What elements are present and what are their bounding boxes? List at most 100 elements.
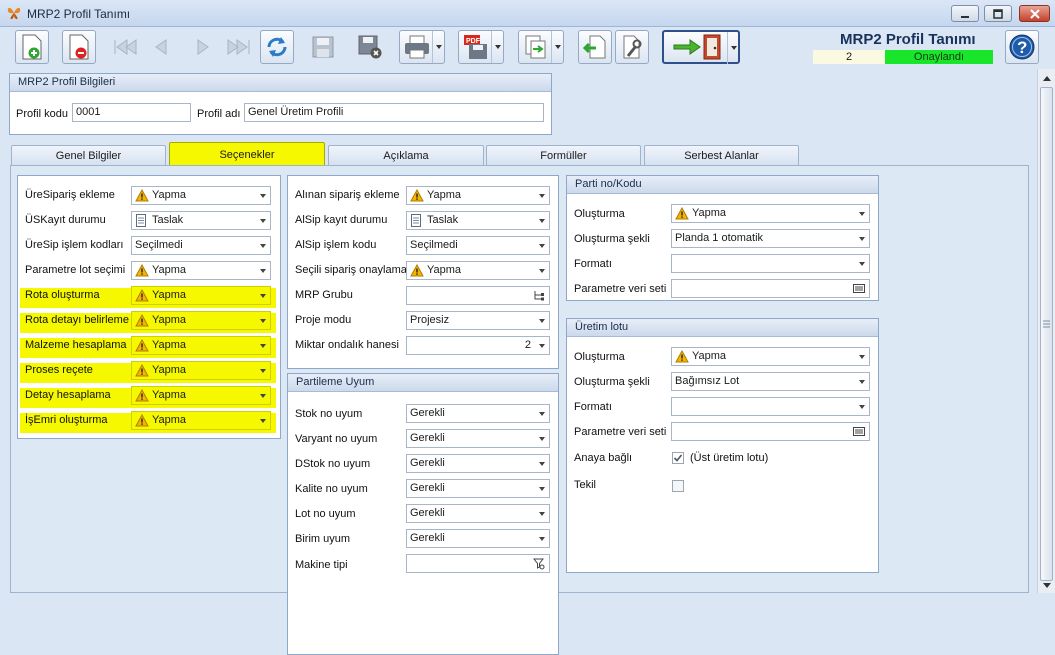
lot-format-select[interactable] (671, 397, 870, 416)
vertical-scrollbar[interactable] (1037, 69, 1055, 593)
warning-icon (135, 414, 149, 427)
lot-create-select[interactable]: Yapma (671, 347, 870, 366)
check-icon (673, 454, 683, 462)
tab-general[interactable]: Genel Bilgiler (11, 145, 166, 166)
warning-icon (135, 389, 149, 402)
new-document-icon (22, 34, 42, 60)
option-select[interactable]: Yapma (131, 336, 271, 355)
option-select[interactable]: Yapma (131, 311, 271, 330)
export-button[interactable] (518, 30, 564, 64)
tree-picker-icon[interactable] (532, 289, 546, 302)
batch-label: Oluşturma (574, 208, 625, 220)
partition-label: Kalite no uyum (295, 483, 368, 495)
decimal-digits-select[interactable]: 2 (406, 336, 550, 355)
option-select[interactable]: Taslak (131, 211, 271, 230)
partition-select[interactable]: Gerekli (406, 504, 550, 523)
partition-select[interactable]: Gerekli (406, 404, 550, 423)
last-record-button[interactable] (222, 30, 256, 64)
production-lot-header: Üretim lotu (567, 319, 878, 337)
partition-label: DStok no uyum (295, 458, 371, 470)
title-bar: MRP2 Profil Tanımı (0, 0, 1055, 27)
batch-create-select[interactable]: Yapma (671, 204, 870, 223)
option-select[interactable]: Yapma (131, 411, 271, 430)
option-select[interactable]: Yapma (131, 186, 271, 205)
partition-select[interactable]: Gerekli (406, 429, 550, 448)
new-button[interactable] (15, 30, 49, 64)
tab-free-fields[interactable]: Serbest Alanlar (644, 145, 799, 166)
scroll-up-icon[interactable] (1041, 72, 1053, 84)
parent-link-note: (Üst üretim lotu) (690, 452, 769, 464)
help-button[interactable]: ? (1005, 30, 1039, 64)
option-select[interactable]: Yapma (131, 386, 271, 405)
tab-options[interactable]: Seçenekler (169, 142, 325, 166)
option-select[interactable]: Seçilmedi (406, 236, 550, 255)
export-dropdown[interactable] (551, 31, 563, 63)
profile-name-label: Profil adı (197, 108, 241, 120)
batch-method-select[interactable]: Planda 1 otomatik (671, 229, 870, 248)
document-icon (135, 214, 149, 227)
option-select[interactable]: Yapma (406, 261, 550, 280)
batch-format-select[interactable] (671, 254, 870, 273)
last-record-icon (227, 39, 250, 55)
option-label: İşEmri oluşturma (25, 414, 108, 426)
grid-picker-icon[interactable] (852, 282, 866, 295)
exit-button[interactable] (662, 30, 740, 64)
partition-label: Lot no uyum (295, 508, 356, 520)
profile-name-field[interactable]: Genel Üretim Profili (244, 103, 544, 122)
warning-icon (135, 289, 149, 302)
print-button[interactable] (399, 30, 445, 64)
machine-type-picker[interactable] (406, 554, 550, 573)
partition-label: Stok no uyum (295, 408, 363, 420)
option-select[interactable]: Yapma (131, 361, 271, 380)
batch-header: Parti no/Kodu (567, 176, 878, 194)
partition-select[interactable]: Gerekli (406, 479, 550, 498)
single-checkbox[interactable] (672, 480, 684, 492)
save-button[interactable] (306, 30, 340, 64)
lot-method-select[interactable]: Bağımsız Lot (671, 372, 870, 391)
delete-button[interactable] (62, 30, 96, 64)
option-select[interactable]: Yapma (406, 186, 550, 205)
save-close-button[interactable] (353, 30, 387, 64)
pdf-dropdown[interactable] (491, 31, 503, 63)
option-select[interactable]: Taslak (406, 211, 550, 230)
warning-icon (410, 264, 424, 277)
batch-parameter-field[interactable] (671, 279, 870, 298)
option-select[interactable]: Seçilmedi (131, 236, 271, 255)
refresh-button[interactable] (260, 30, 294, 64)
single-label: Tekil (574, 479, 597, 491)
document-icon (410, 214, 424, 227)
option-label: Parametre lot seçimi (25, 264, 126, 276)
grid-picker-icon[interactable] (852, 425, 866, 438)
parent-link-checkbox[interactable] (672, 452, 684, 464)
exit-dropdown[interactable] (727, 32, 739, 64)
partition-select[interactable]: Gerekli (406, 529, 550, 548)
option-label: Miktar ondalık hanesi (295, 339, 399, 351)
tab-description[interactable]: Açıklama (328, 145, 484, 166)
next-record-button[interactable] (186, 30, 220, 64)
scrollbar-thumb[interactable] (1040, 87, 1053, 581)
option-select[interactable]: Yapma (131, 261, 271, 280)
lot-label: Oluşturma şekli (574, 376, 650, 388)
minimize-button[interactable] (951, 5, 979, 22)
import-button[interactable] (578, 30, 612, 64)
tab-formulas[interactable]: Formüller (486, 145, 641, 166)
option-select[interactable]: Projesiz (406, 311, 550, 330)
tools-button[interactable] (615, 30, 649, 64)
print-dropdown[interactable] (432, 31, 444, 63)
warning-icon (675, 350, 689, 363)
first-record-button[interactable] (108, 30, 142, 64)
option-select[interactable]: Yapma (131, 286, 271, 305)
scroll-down-icon[interactable] (1041, 579, 1053, 591)
filter-picker-icon[interactable] (532, 557, 546, 570)
mrp-group-picker[interactable] (406, 286, 550, 305)
profile-code-field[interactable]: 0001 (72, 103, 191, 122)
previous-record-button[interactable] (144, 30, 178, 64)
partition-select[interactable]: Gerekli (406, 454, 550, 473)
status-badge: Onaylandı (885, 50, 993, 64)
refresh-icon (267, 37, 287, 57)
close-button[interactable] (1019, 5, 1050, 22)
maximize-button[interactable] (984, 5, 1012, 22)
save-icon (312, 36, 334, 58)
lot-parameter-field[interactable] (671, 422, 870, 441)
pdf-save-button[interactable]: PDF (458, 30, 504, 64)
